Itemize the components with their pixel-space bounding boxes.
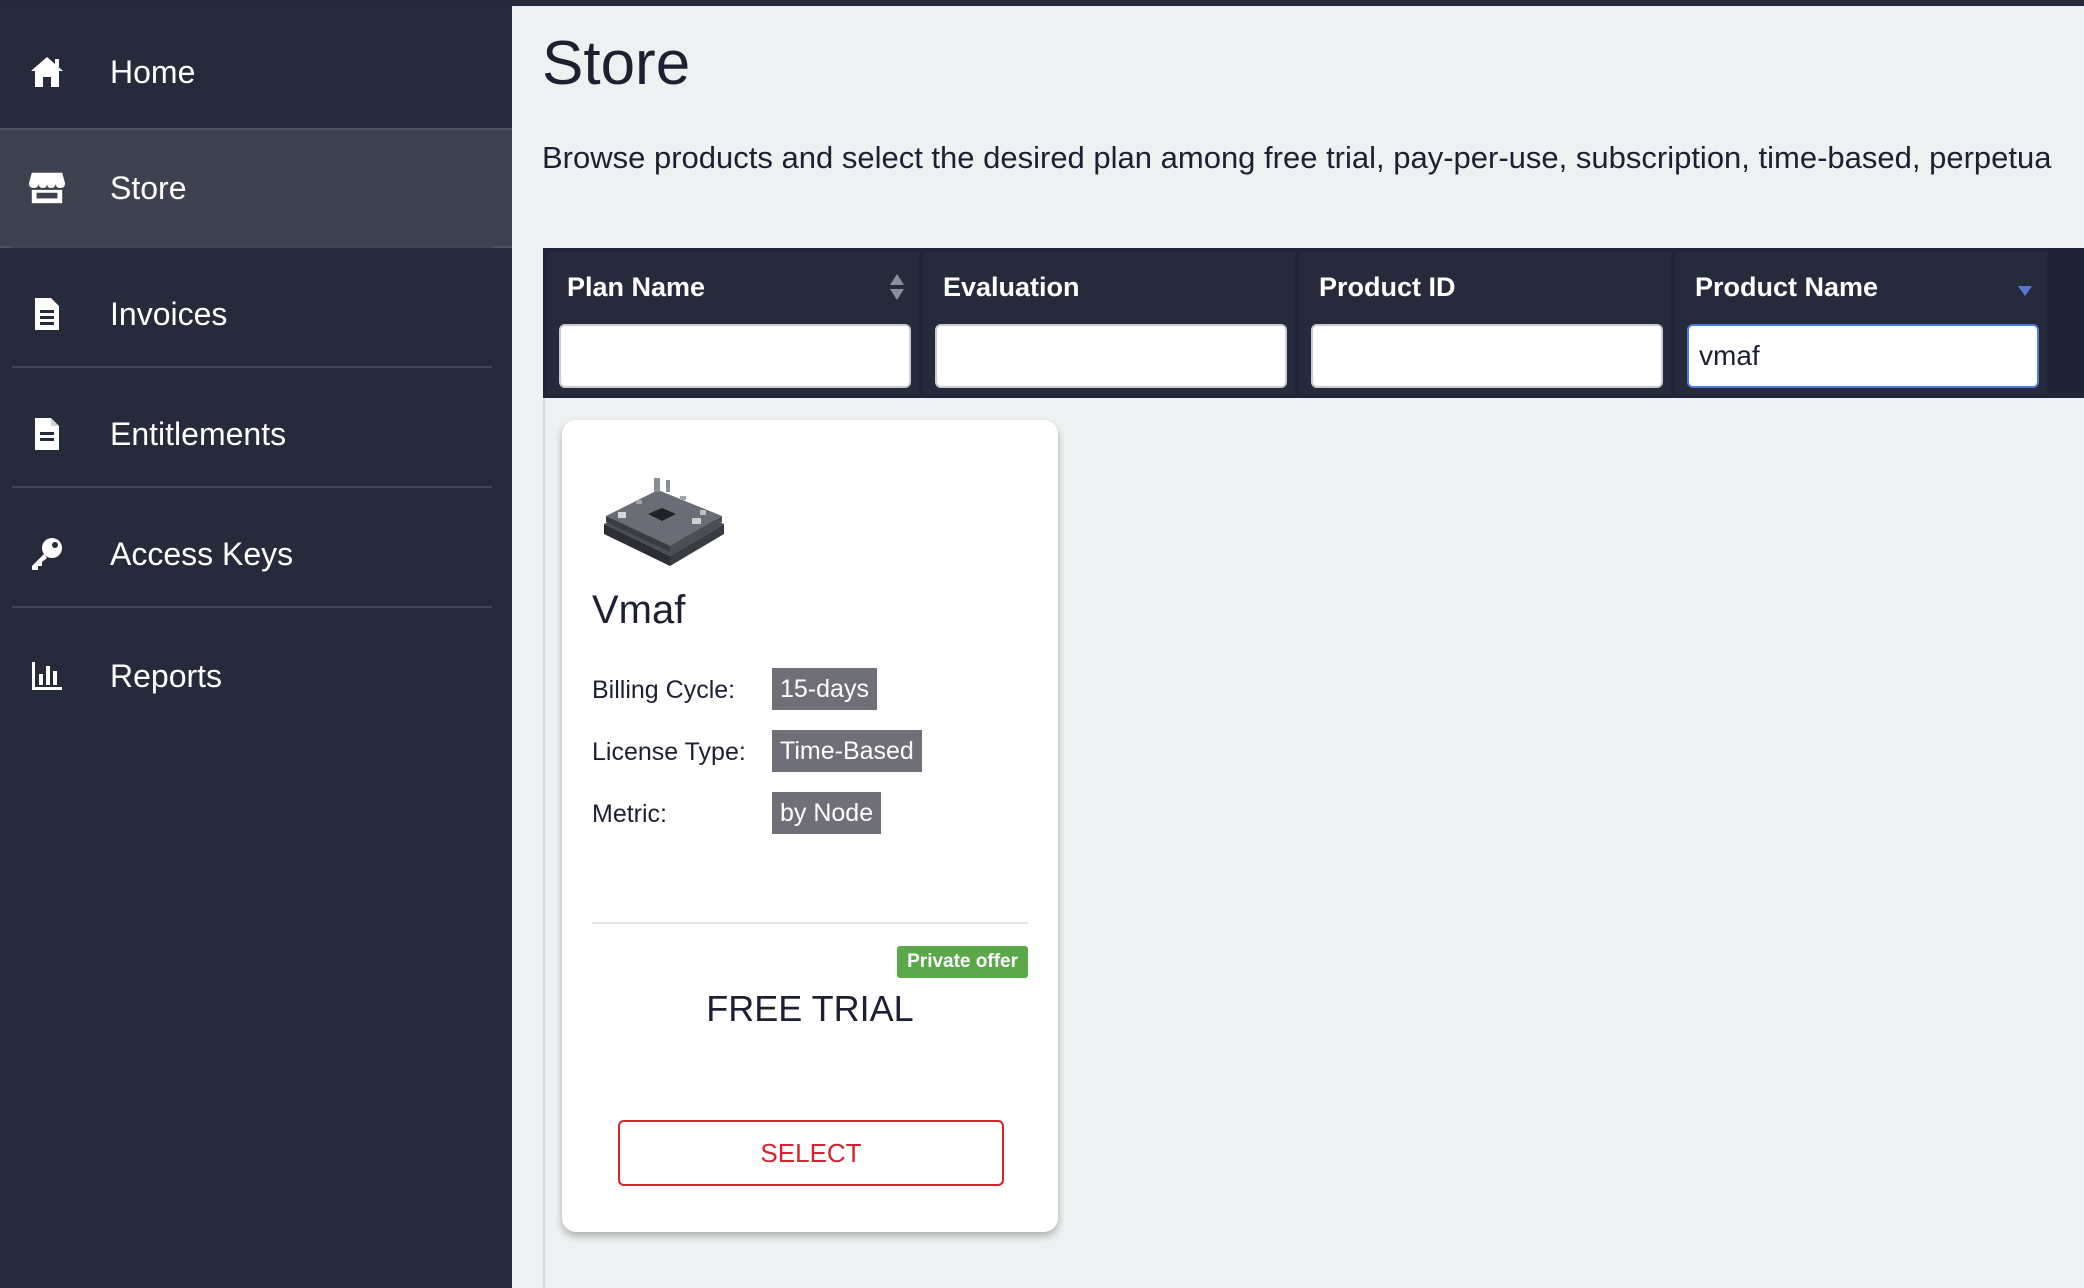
filter-column-product-name: Product Name [1675, 252, 2047, 394]
bar-chart-icon [28, 657, 66, 695]
plan-name-filter-input[interactable] [559, 324, 911, 388]
license-type-badge: Time-Based [772, 730, 922, 772]
sidebar-divider [12, 486, 492, 488]
product-id-filter-input[interactable] [1311, 324, 1663, 388]
invoice-icon [28, 295, 66, 333]
filter-column-plan-name: Plan Name [547, 252, 919, 394]
license-type-label: License Type: [592, 738, 746, 766]
billing-cycle-label: Billing Cycle: [592, 676, 736, 704]
filter-header-bar: Plan Name Evaluation Product ID Product … [543, 248, 2084, 398]
private-offer-badge: Private offer [897, 946, 1028, 978]
sidebar-item-label: Entitlements [110, 415, 287, 452]
store-icon [28, 169, 66, 207]
product-card: Vmaf Billing Cycle: 15-days License Type… [562, 420, 1058, 1232]
home-icon [28, 53, 66, 91]
billing-cycle-badge: 15-days [772, 668, 877, 710]
sidebar-item-label: Store [110, 169, 187, 206]
sidebar-item-label: Invoices [110, 295, 228, 332]
product-name: Vmaf [592, 588, 686, 632]
key-icon [28, 535, 66, 573]
column-header-plan-name[interactable]: Plan Name [567, 272, 705, 303]
sidebar-item-label: Home [110, 53, 196, 90]
sidebar-item-invoices[interactable]: Invoices [0, 254, 512, 374]
column-header-product-id[interactable]: Product ID [1319, 272, 1456, 303]
sidebar-divider [12, 366, 492, 368]
filter-column-product-id: Product ID [1299, 252, 1671, 394]
sidebar-item-label: Reports [110, 657, 223, 694]
sidebar-item-reports[interactable]: Reports [0, 616, 512, 736]
metric-badge: by Node [772, 792, 882, 834]
sidebar-divider [12, 246, 492, 248]
filter-column-evaluation: Evaluation [923, 252, 1295, 394]
sidebar-item-store[interactable]: Store [0, 128, 512, 248]
select-button[interactable]: SELECT [618, 1120, 1004, 1186]
page-title: Store [542, 29, 691, 98]
evaluation-filter-input[interactable] [935, 324, 1287, 388]
sidebar-item-entitlements[interactable]: Entitlements [0, 374, 512, 494]
metric-label: Metric: [592, 800, 667, 828]
circuit-board-image [596, 466, 730, 572]
sort-descending-icon[interactable] [2017, 282, 2033, 301]
page-description: Browse products and select the desired p… [542, 140, 2052, 175]
content-left-border [543, 398, 545, 1288]
sidebar-item-label: Access Keys [110, 535, 294, 572]
column-header-evaluation[interactable]: Evaluation [943, 272, 1080, 303]
card-divider [592, 922, 1028, 924]
sidebar-divider [12, 606, 492, 608]
column-header-product-name[interactable]: Product Name [1695, 272, 1878, 303]
sidebar-item-access-keys[interactable]: Access Keys [0, 494, 512, 614]
sidebar-item-home[interactable]: Home [0, 12, 512, 132]
document-icon [28, 415, 66, 453]
product-name-filter-input[interactable] [1687, 324, 2039, 388]
sidebar: Home Store Invoices Entitlements Access … [0, 6, 512, 1288]
sort-icon[interactable] [889, 272, 905, 306]
plan-type: FREE TRIAL [706, 988, 914, 1029]
